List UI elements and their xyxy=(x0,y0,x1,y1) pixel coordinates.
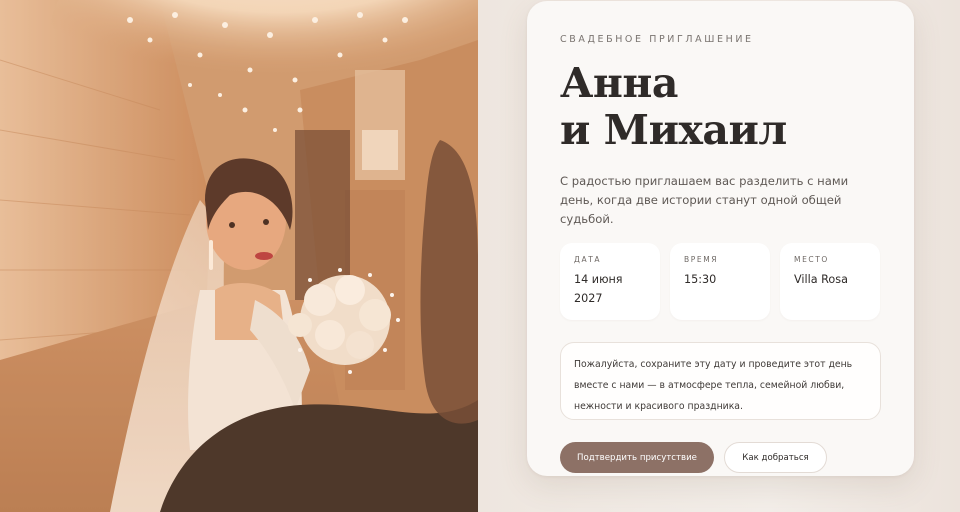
detail-date: ДАТА 14 июня 2027 xyxy=(560,243,660,320)
detail-time: ВРЕМЯ 15:30 xyxy=(670,243,770,320)
detail-place-label: МЕСТО xyxy=(794,255,829,264)
wedding-photo-illustration xyxy=(0,0,478,512)
detail-time-value: 15:30 xyxy=(684,273,717,286)
invitation-eyebrow: СВАДЕБНОЕ ПРИГЛАШЕНИЕ xyxy=(560,34,754,45)
couple-names: Анна и Михаил xyxy=(560,60,881,154)
groom-name: и Михаил xyxy=(560,106,787,154)
action-buttons: Подтвердить присутствие Как добраться xyxy=(560,442,881,473)
detail-date-value: 14 июня 2027 xyxy=(574,273,623,305)
wedding-photo xyxy=(0,0,478,512)
detail-place-value: Villa Rosa xyxy=(794,273,848,286)
directions-button[interactable]: Как добраться xyxy=(724,442,827,473)
bride-name: Анна xyxy=(560,59,678,107)
detail-time-label: ВРЕМЯ xyxy=(684,255,719,264)
event-details: ДАТА 14 июня 2027 ВРЕМЯ 15:30 МЕСТО Vill… xyxy=(560,243,881,320)
confirm-attendance-button[interactable]: Подтвердить присутствие xyxy=(560,442,714,473)
invitation-card: СВАДЕБНОЕ ПРИГЛАШЕНИЕ Анна и Михаил С ра… xyxy=(527,1,914,476)
detail-date-label: ДАТА xyxy=(574,255,602,264)
invitation-note-text: Пожалуйста, сохраните эту дату и проведи… xyxy=(574,359,853,412)
invitation-note: Пожалуйста, сохраните эту дату и проведи… xyxy=(560,342,881,420)
invitation-intro: С радостью приглашаем вас разделить с на… xyxy=(560,174,849,226)
detail-place: МЕСТО Villa Rosa xyxy=(780,243,880,320)
